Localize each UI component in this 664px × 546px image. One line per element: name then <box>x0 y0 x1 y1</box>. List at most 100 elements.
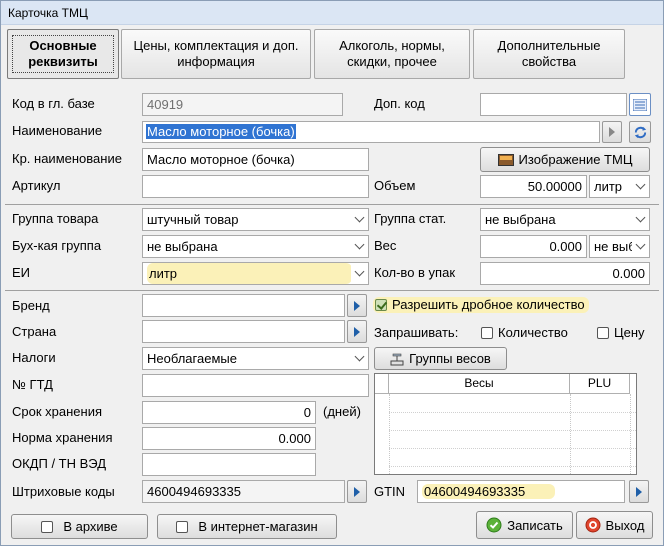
okdp-field[interactable] <box>142 453 316 476</box>
tab-main-details[interactable]: Основные реквизиты <box>7 29 119 79</box>
brand-label: Бренд <box>12 298 50 313</box>
product-group-value: штучный товар <box>147 212 239 227</box>
tab-label: Основные реквизиты <box>12 35 114 73</box>
gtin-label: GTIN <box>374 484 406 499</box>
product-group-select[interactable]: штучный товар <box>142 208 369 231</box>
short-name-field[interactable]: Масло моторное (бочка) <box>142 148 369 171</box>
tab-extra-properties[interactable]: Дополнительные свойства <box>473 29 625 79</box>
play-icon <box>354 300 360 311</box>
fractional-qty-label: Разрешить дробное количество <box>392 297 585 312</box>
ask-price-label: Цену <box>614 325 645 340</box>
brand-field[interactable] <box>142 294 345 317</box>
acc-group-select[interactable]: не выбрана <box>142 235 369 258</box>
stat-group-label: Группа стат. <box>374 211 447 226</box>
grid-line <box>389 466 636 467</box>
shelf-life-unit: (дней) <box>323 404 361 419</box>
product-group-label: Группа товара <box>12 211 99 226</box>
unit-value: литр <box>147 263 352 284</box>
chevron-down-icon <box>632 176 649 197</box>
extra-code-label: Доп. код <box>374 96 425 111</box>
gtd-field[interactable] <box>142 374 369 397</box>
item-image-button-label: Изображение ТМЦ <box>518 152 633 167</box>
list-icon[interactable] <box>629 93 651 116</box>
divider <box>5 204 659 205</box>
taxes-select[interactable]: Необлагаемые <box>142 347 369 370</box>
ask-quantity-checkbox[interactable]: Количество <box>481 325 568 341</box>
acc-group-value: не выбрана <box>147 239 218 254</box>
stat-group-value: не выбрана <box>485 212 556 227</box>
eshop-button[interactable]: В интернет-магазин <box>157 514 337 539</box>
barcodes-field[interactable]: 4600494693335 <box>142 480 345 503</box>
shelf-life-field[interactable]: 0 <box>142 401 316 424</box>
chevron-down-icon <box>351 348 368 369</box>
refresh-icon <box>634 126 646 138</box>
country-pick-button[interactable] <box>347 320 367 343</box>
archive-button[interactable]: В архиве <box>11 514 148 539</box>
weight-groups-button[interactable]: Группы весов <box>374 347 507 370</box>
barcodes-label: Штриховые коды <box>12 484 115 499</box>
scales-table[interactable]: Весы PLU <box>374 373 637 475</box>
refresh-button[interactable] <box>629 121 651 143</box>
ask-label: Запрашивать: <box>374 325 459 340</box>
exit-button[interactable]: Выход <box>576 511 653 539</box>
name-label: Наименование <box>12 123 103 138</box>
name-field[interactable]: Масло моторное (бочка) <box>142 121 600 143</box>
checkbox-icon <box>597 327 609 339</box>
weight-unit-select[interactable]: не выб <box>589 235 650 258</box>
ask-price-checkbox[interactable]: Цену <box>597 325 645 341</box>
grid-line <box>389 430 636 431</box>
weight-field[interactable]: 0.000 <box>480 235 587 258</box>
article-field[interactable] <box>142 175 369 198</box>
chevron-down-icon <box>351 209 368 230</box>
grid-line <box>630 394 631 474</box>
scales-icon <box>390 353 404 365</box>
volume-field[interactable]: 50.00000 <box>480 175 587 198</box>
gtin-pick-button[interactable] <box>629 480 649 503</box>
exit-icon <box>585 517 601 533</box>
play-icon <box>636 486 642 497</box>
gtin-field[interactable]: 04600494693335 <box>417 480 625 503</box>
chevron-down-icon <box>351 263 368 284</box>
archive-label: В архиве <box>63 519 118 534</box>
exit-button-label: Выход <box>605 517 645 533</box>
name-pick-button[interactable] <box>602 121 622 143</box>
storage-norm-field[interactable]: 0.000 <box>142 427 316 450</box>
barcodes-pick-button[interactable] <box>347 480 367 503</box>
play-icon <box>354 326 360 337</box>
country-label: Страна <box>12 324 57 339</box>
extra-code-field[interactable] <box>480 93 627 116</box>
checkbox-icon <box>41 520 54 533</box>
item-image-button[interactable]: Изображение ТМЦ <box>480 147 650 172</box>
brand-pick-button[interactable] <box>347 294 367 317</box>
chevron-down-icon <box>632 236 649 257</box>
volume-unit-select[interactable]: литр <box>589 175 650 198</box>
pack-qty-label: Кол-во в упак <box>374 265 456 280</box>
gtd-label: № ГТД <box>12 377 53 392</box>
checkbox-checked-icon <box>375 299 387 311</box>
save-button[interactable]: Записать <box>476 511 573 539</box>
article-label: Артикул <box>12 178 61 193</box>
window-title: Карточка ТМЦ <box>1 1 663 25</box>
grid-line <box>389 394 390 474</box>
chevron-down-icon <box>632 209 649 230</box>
volume-unit-value: литр <box>594 179 623 194</box>
country-field[interactable] <box>142 320 345 343</box>
short-name-label: Кр. наименование <box>12 151 122 166</box>
tab-alcohol[interactable]: Алкоголь, нормы, скидки, прочее <box>314 29 470 79</box>
volume-label: Объем <box>374 178 416 193</box>
pack-qty-field[interactable]: 0.000 <box>480 262 650 285</box>
gtin-value: 04600494693335 <box>422 484 556 499</box>
unit-label: ЕИ <box>12 265 31 280</box>
column-header-plu: PLU <box>570 374 630 394</box>
taxes-label: Налоги <box>12 350 56 365</box>
row-header-corner <box>375 374 389 394</box>
weight-unit-value: не выб <box>594 239 636 254</box>
unit-select[interactable]: литр <box>142 262 369 285</box>
code-field[interactable]: 40919 <box>142 93 343 116</box>
tab-prices[interactable]: Цены, комплектация и доп. информация <box>121 29 311 79</box>
ask-quantity-label: Количество <box>498 325 568 340</box>
okdp-label: ОКДП / ТН ВЭД <box>12 456 106 471</box>
fractional-qty-checkbox[interactable]: Разрешить дробное количество <box>373 297 589 313</box>
column-header-scales: Весы <box>389 374 570 394</box>
stat-group-select[interactable]: не выбрана <box>480 208 650 231</box>
